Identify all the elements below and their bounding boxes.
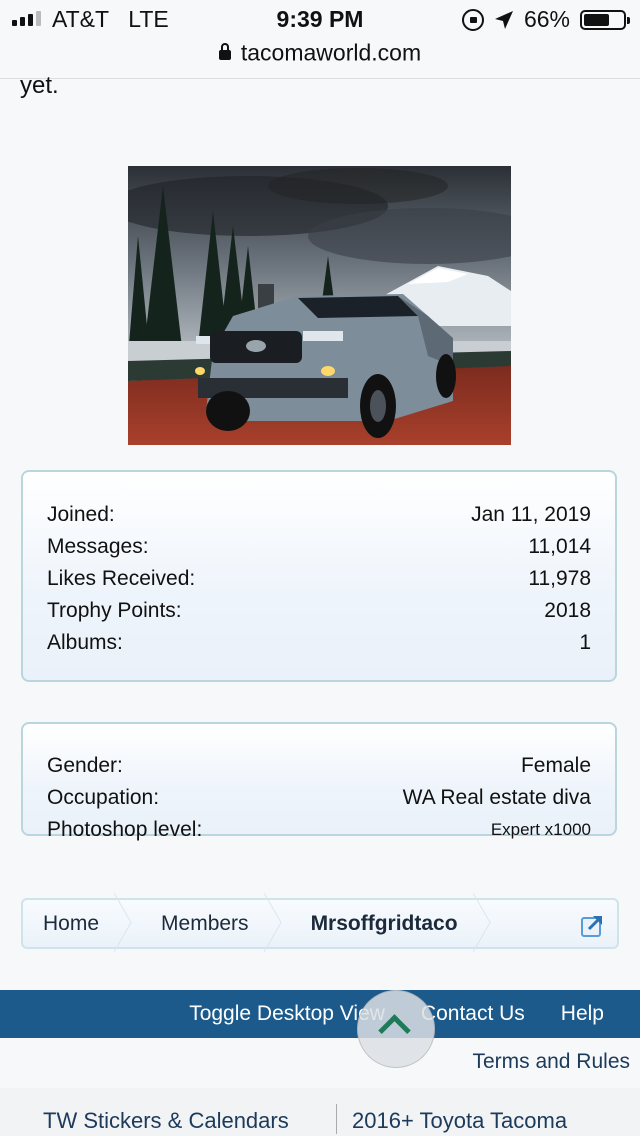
battery-percent: 66% [523,6,570,32]
post-text-fragment: yet. [20,72,59,99]
stats-row: Joined: Jan 11, 2019 [23,499,615,531]
about-row: Occupation: WA Real estate diva [23,782,615,814]
field-label: Albums: [47,631,123,654]
location-arrow-icon [494,10,513,29]
field-value: Female [520,754,591,777]
about-row: Photoshop level: Expert x1000 [23,814,615,846]
member-about-panel: Gender: Female Occupation: WA Real estate d… [21,722,617,841]
field-value: 11,978 [528,567,591,590]
contact-us-link[interactable]: Contact Us [421,1002,525,1026]
footer-nav-bar: Toggle Desktop View Contact Us Help [0,990,640,1038]
member-stats-panel: Joined: Jan 11, 2019 Messages: 11,014 Likes … [21,470,617,682]
field-value: 11,014 [528,535,591,558]
field-value: 2018 [544,599,591,622]
field-label: Photoshop level: [47,818,203,841]
chevron-up-icon [378,1014,411,1047]
scroll-to-top-button[interactable] [357,990,435,1068]
toyota-tacoma-link[interactable]: 2016+ Toyota Tacoma [352,1108,567,1134]
about-row: Gender: Female [23,750,615,782]
breadcrumb: Home Members Mrsoffgridtaco [21,898,619,949]
help-link[interactable]: Help [561,1002,604,1026]
padlock-icon [218,43,231,60]
battery-icon [580,9,630,30]
rotation-lock-icon [461,8,484,31]
bottom-links-bar: TW Stickers & Calendars 2016+ Toyota Tac… [0,1088,640,1136]
toggle-desktop-view-link[interactable]: Toggle Desktop View [189,1002,385,1026]
field-value: Expert x1000 [490,820,591,839]
status-bar: AT&T LTE 9:39 PM 66% [0,0,640,40]
field-label: Occupation: [47,786,160,809]
divider [336,1104,337,1134]
field-label: Joined: [47,503,115,526]
breadcrumb-home[interactable]: Home [23,900,127,947]
field-value: WA Real estate diva [402,786,591,809]
stats-row: Likes Received: 11,978 [23,563,615,595]
breadcrumb-current-member[interactable]: Mrsoffgridtaco [277,900,486,947]
terms-and-rules-link[interactable]: Terms and Rules [472,1050,630,1074]
field-label: Messages: [47,535,149,558]
field-label: Likes Received: [47,567,196,590]
stats-row: Trophy Points: 2018 [23,595,615,627]
tw-stickers-link[interactable]: TW Stickers & Calendars [43,1108,289,1134]
field-label: Gender: [47,754,123,777]
field-value: Jan 11, 2019 [471,503,591,526]
profile-photo[interactable] [128,166,511,445]
external-link-icon[interactable] [581,913,605,937]
url-text: tacomaworld.com [240,39,422,66]
breadcrumb-members[interactable]: Members [127,900,277,947]
stats-row: Albums: 1 [23,627,615,659]
field-label: Trophy Points: [47,599,182,622]
field-value: 1 [579,631,591,654]
stats-row: Messages: 11,014 [23,531,615,563]
address-bar[interactable]: tacomaworld.com [0,38,640,79]
